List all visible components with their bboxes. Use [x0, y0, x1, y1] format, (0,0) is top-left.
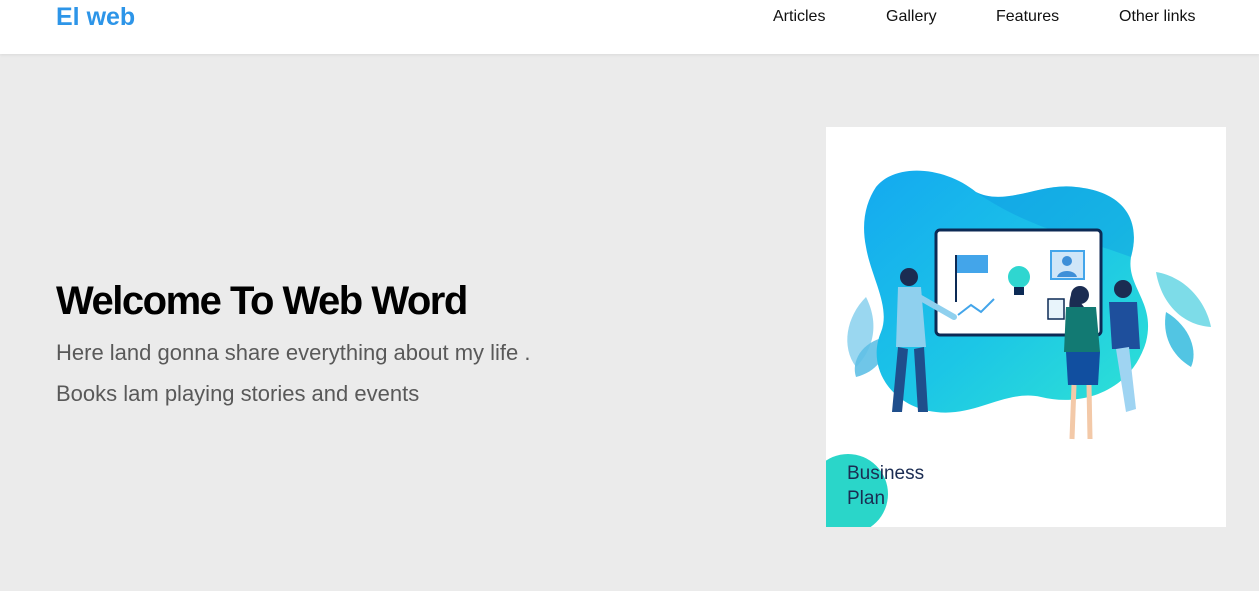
nav-link-features[interactable]: Features: [996, 8, 1059, 26]
navbar: El web Articles Gallery Features Other l…: [0, 0, 1259, 54]
chart-card: [956, 255, 988, 273]
caption-plan: Plan: [847, 488, 885, 509]
lightbulb-icon: [1008, 266, 1030, 288]
leaf-right: [1156, 272, 1211, 327]
hero-title: Welcome To Web Word: [56, 279, 468, 323]
nav-link-gallery[interactable]: Gallery: [886, 8, 937, 26]
person-right-body: [1109, 302, 1140, 349]
person-right-head: [1114, 280, 1132, 298]
main-nav: Articles Gallery Features Other links: [0, 8, 1259, 28]
person-left-head: [900, 268, 918, 286]
hero-description: Here land gonna share everything about m…: [56, 340, 531, 406]
nav-link-other-links[interactable]: Other links: [1119, 8, 1195, 26]
person-middle-body: [1064, 307, 1100, 352]
business-plan-illustration: Business Plan: [826, 127, 1226, 527]
caption-business: Business: [847, 463, 924, 484]
nav-link-articles[interactable]: Articles: [773, 8, 825, 26]
illustration-svg: Business Plan: [826, 170, 1211, 527]
